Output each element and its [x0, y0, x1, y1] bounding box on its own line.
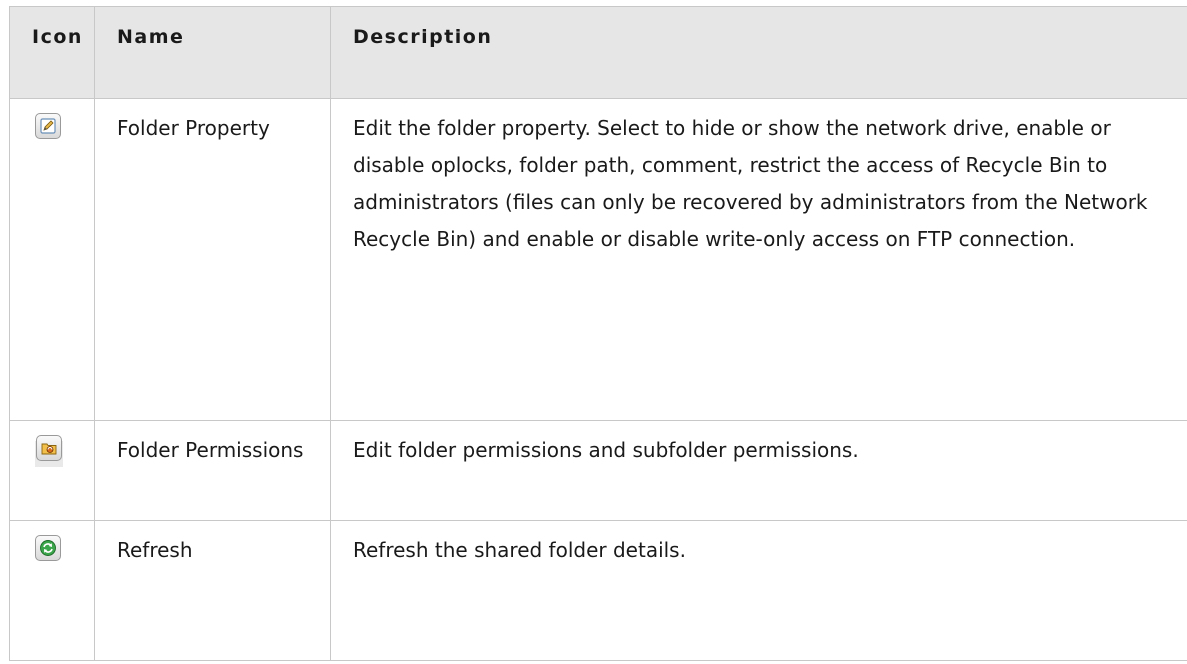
- row-description: Refresh the shared folder details.: [330, 520, 1187, 661]
- row-description: Edit the folder property. Select to hide…: [330, 98, 1187, 421]
- table-row: Refresh Refresh the shared folder detail…: [9, 520, 1187, 661]
- header-name: Name: [94, 6, 331, 99]
- icon-cell: [9, 98, 95, 421]
- row-description: Edit folder permissions and subfolder pe…: [330, 420, 1187, 521]
- row-name: Folder Property: [94, 98, 331, 421]
- row-name: Folder Permissions: [94, 420, 331, 521]
- refresh-icon: [35, 535, 61, 561]
- header-icon: Icon: [9, 6, 95, 99]
- header-description: Description: [330, 6, 1187, 99]
- table-row: Folder Property Edit the folder property…: [9, 98, 1187, 421]
- icon-reference-table: Icon Name Description Folder Property Ed…: [9, 6, 1187, 661]
- edit-pencil-icon: [35, 113, 61, 139]
- table-row: Folder Permissions Edit folder permissio…: [9, 420, 1187, 521]
- row-name: Refresh: [94, 520, 331, 661]
- icon-cell: [9, 420, 95, 521]
- folder-permissions-icon: [36, 435, 62, 461]
- table-header-row: Icon Name Description: [9, 6, 1187, 99]
- icon-cell: [9, 520, 95, 661]
